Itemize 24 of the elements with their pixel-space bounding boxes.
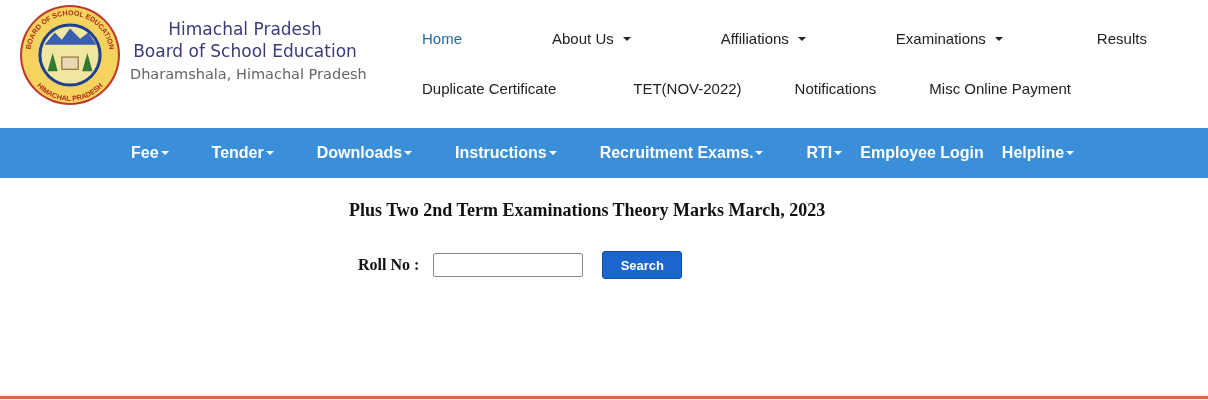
nav-link[interactable]: TET(NOV-2022) <box>633 80 742 98</box>
menu-link[interactable]: Recruitment Exams. <box>599 144 764 162</box>
nav-link[interactable]: Affiliations <box>720 30 806 48</box>
board-title: Board of School Education <box>132 40 358 62</box>
menu-link[interactable]: Instructions <box>455 144 557 162</box>
nav-link[interactable]: Duplicate Certificate <box>422 80 557 98</box>
menu-link[interactable]: Downloads <box>316 144 413 162</box>
nav-link[interactable]: Examinations <box>895 30 1003 48</box>
nav-link[interactable]: Notifications <box>794 80 877 98</box>
menu-link[interactable]: Helpline <box>1001 144 1075 162</box>
nav-link[interactable]: About Us <box>552 30 631 48</box>
menu-link[interactable]: Fee <box>131 144 169 162</box>
roll-number-label: Roll No : <box>358 256 420 274</box>
roll-number-field[interactable] <box>433 253 584 277</box>
search-button[interactable]: Search <box>602 251 683 279</box>
nav-link[interactable]: Results <box>1096 30 1147 48</box>
nav-link[interactable]: Home <box>422 30 462 48</box>
menu-link[interactable]: Employee Login <box>860 144 984 162</box>
menu-link[interactable]: RTI <box>806 144 843 162</box>
board-title: Himachal Pradesh <box>167 18 323 40</box>
menu-link[interactable]: Tender <box>211 144 274 162</box>
nav-link[interactable]: Misc Online Payment <box>929 80 1072 98</box>
board-location: Dharamshala, Himachal Pradesh <box>130 65 368 84</box>
page-title: Plus Two 2nd Term Examinations Theory Marks March, 2023 <box>349 200 826 221</box>
